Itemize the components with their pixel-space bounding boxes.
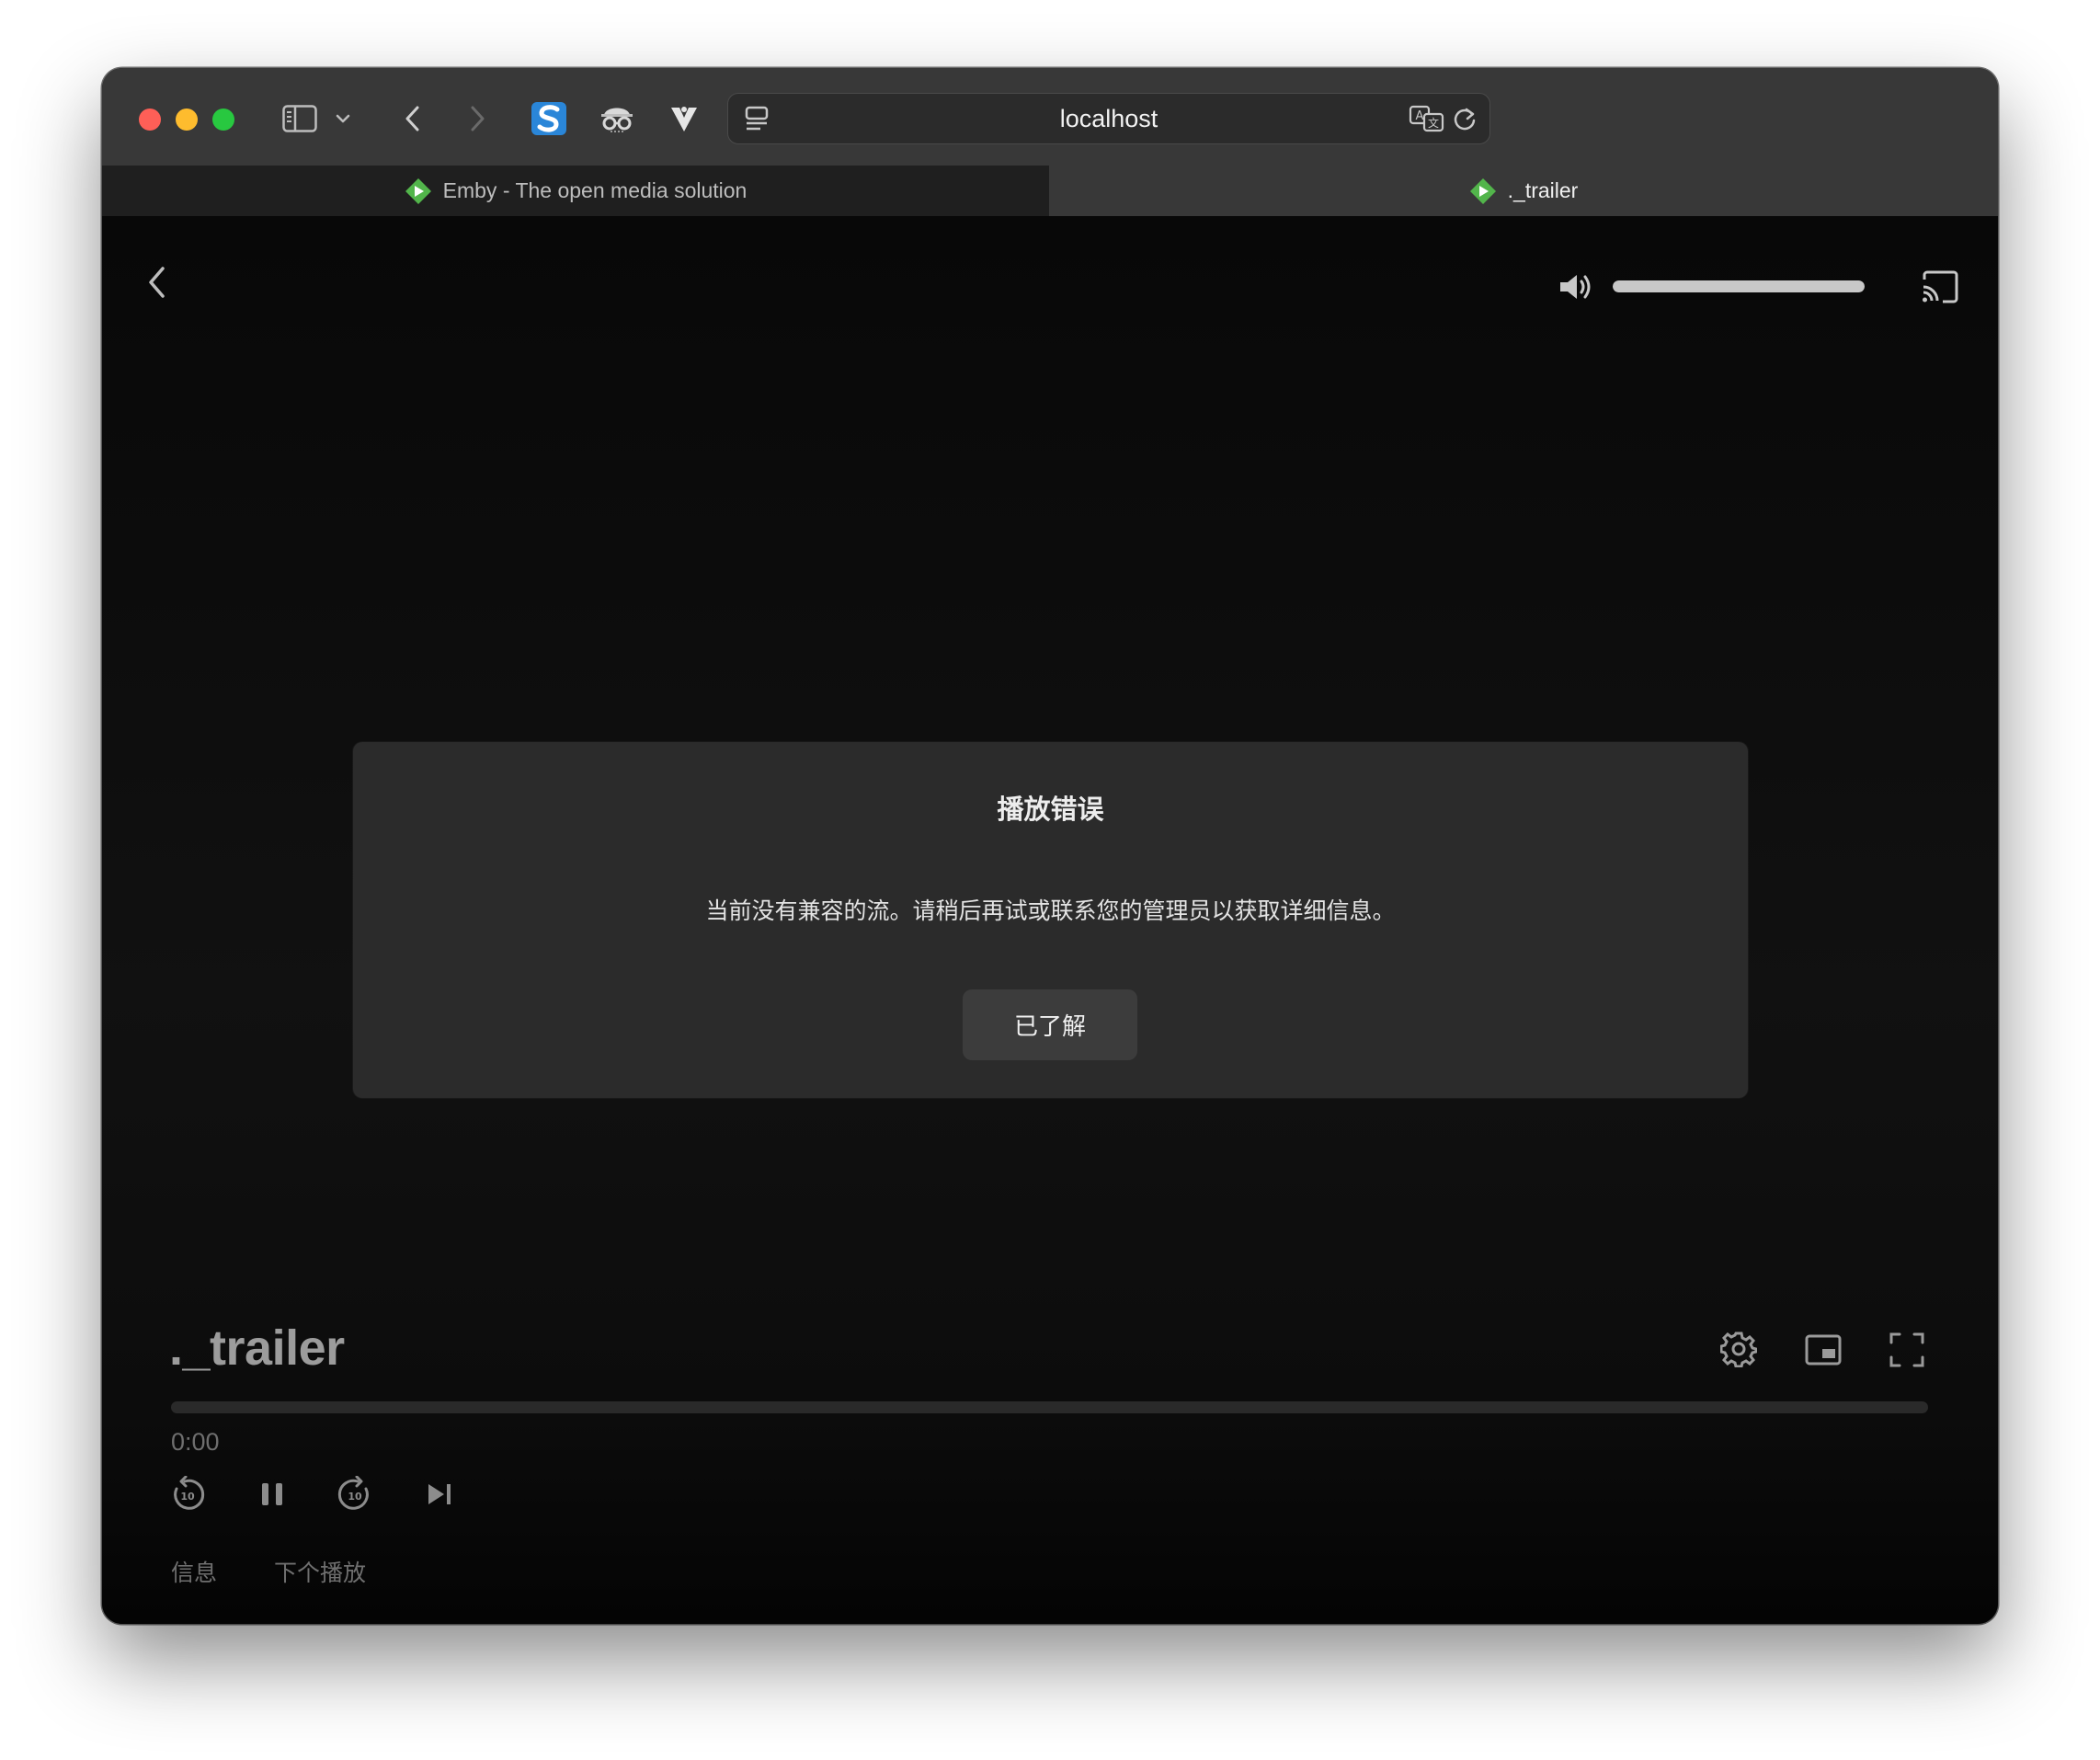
got-it-button[interactable]: 已了解 (963, 989, 1137, 1060)
dialog-message: 当前没有兼容的流。请稍后再试或联系您的管理员以获取详细信息。 (705, 897, 1396, 924)
skip-next-icon[interactable] (418, 1473, 461, 1515)
tab-bar: Emby - The open media solution ._trailer (102, 166, 1998, 216)
spy-glasses-icon[interactable] (597, 96, 637, 142)
fullscreen-icon[interactable] (1886, 1329, 1928, 1371)
tab-trailer[interactable]: ._trailer (1049, 166, 1998, 216)
vector-extension-icon[interactable] (666, 96, 702, 142)
video-player[interactable]: 播放错误 当前没有兼容的流。请稍后再试或联系您的管理员以获取详细信息。 已了解 … (102, 216, 1998, 1624)
svg-text:10: 10 (348, 1491, 362, 1503)
media-title: ._trailer (169, 1320, 345, 1376)
svg-text:10: 10 (180, 1491, 195, 1503)
svg-text:文: 文 (1428, 116, 1439, 130)
tab-label: Emby - The open media solution (442, 178, 748, 202)
minimize-window-button[interactable] (176, 109, 198, 131)
sidebar-toggle-icon[interactable] (280, 96, 320, 142)
rewind-10-icon[interactable]: 10 (166, 1473, 209, 1515)
translate-icon[interactable]: A文 (1407, 98, 1447, 139)
back-icon[interactable] (399, 96, 427, 142)
back-arrow-icon[interactable] (139, 262, 176, 303)
settings-gear-icon[interactable] (1717, 1327, 1761, 1371)
forward-icon[interactable] (463, 96, 491, 142)
tab-label: ._trailer (1507, 178, 1579, 202)
svg-text:A: A (1416, 109, 1424, 123)
emby-logo-icon (405, 177, 432, 205)
playback-error-dialog: 播放错误 当前没有兼容的流。请稍后再试或联系您的管理员以获取详细信息。 已了解 (353, 742, 1748, 1098)
zoom-window-button[interactable] (212, 109, 234, 131)
pause-icon[interactable] (251, 1473, 293, 1515)
url-text[interactable]: localhost (728, 94, 1489, 143)
cast-icon[interactable] (1918, 266, 1962, 308)
s-extension-icon[interactable] (529, 96, 569, 142)
up-next-button[interactable]: 下个播放 (274, 1555, 366, 1588)
emby-logo-icon (1469, 177, 1497, 205)
dialog-title: 播放错误 (997, 794, 1104, 825)
address-bar[interactable]: localhost A文 (727, 93, 1490, 144)
forward-10-icon[interactable]: 10 (334, 1473, 376, 1515)
chevron-down-icon[interactable] (332, 96, 354, 142)
browser-window: localhost A文 Emby - The open media solut… (102, 68, 1998, 1624)
current-time: 0:00 (171, 1428, 220, 1456)
volume-icon[interactable] (1555, 266, 1597, 308)
close-window-button[interactable] (139, 109, 161, 131)
browser-toolbar: localhost A文 (102, 68, 1998, 166)
info-button[interactable]: 信息 (171, 1555, 217, 1588)
volume-slider[interactable] (1613, 280, 1865, 292)
picture-in-picture-icon[interactable] (1801, 1329, 1845, 1371)
reload-icon[interactable] (1449, 98, 1480, 139)
volume-slider-fill (1613, 280, 1865, 292)
seek-bar[interactable] (171, 1401, 1928, 1413)
tab-emby[interactable]: Emby - The open media solution (102, 166, 1049, 216)
